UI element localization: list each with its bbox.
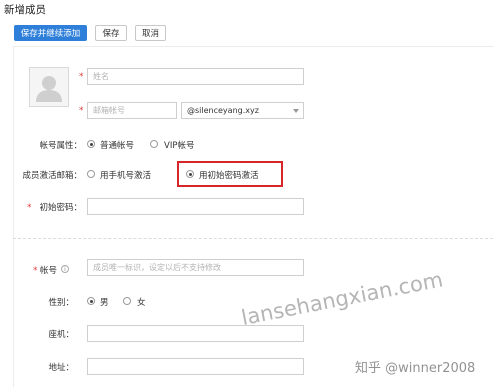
- save-button[interactable]: 保存: [95, 25, 127, 41]
- save-and-continue-button[interactable]: 保存并继续添加: [14, 25, 87, 41]
- radio-phone-activation[interactable]: [87, 170, 95, 178]
- address-label: 地址：: [48, 363, 74, 373]
- required-mark: *: [79, 106, 84, 116]
- radio-female[interactable]: [123, 297, 131, 305]
- email-account-input[interactable]: 邮箱帐号: [87, 102, 177, 119]
- account-id-input[interactable]: 成员唯一标识，设定以后不支持修改: [87, 259, 304, 276]
- radio-male-label[interactable]: 男: [100, 296, 109, 308]
- avatar-upload[interactable]: [29, 67, 69, 107]
- account-id-label: 帐号: [40, 266, 58, 276]
- activation-label: 成员激活邮箱：: [22, 171, 82, 181]
- name-input[interactable]: 姓名: [87, 68, 304, 85]
- initial-password-label: 初始密码：: [39, 203, 82, 213]
- radio-password-activation[interactable]: [186, 170, 194, 178]
- radio-male[interactable]: [87, 297, 95, 305]
- gender-label: 性别：: [48, 298, 74, 308]
- cancel-button[interactable]: 取消: [135, 25, 166, 41]
- phone-label: 座机：: [48, 330, 74, 340]
- user-silhouette-icon: [36, 76, 62, 102]
- author-watermark: 知乎 @winner2008: [355, 361, 476, 376]
- required-mark: *: [33, 266, 38, 276]
- info-icon[interactable]: i: [61, 265, 69, 273]
- email-domain-select[interactable]: @silenceyang.xyz: [181, 102, 304, 119]
- radio-phone-activation-label[interactable]: 用手机号激活: [100, 169, 151, 181]
- phone-input[interactable]: [87, 325, 304, 342]
- radio-vip-account[interactable]: [150, 140, 158, 148]
- initial-password-input[interactable]: [87, 198, 304, 215]
- required-mark: *: [27, 203, 32, 213]
- account-type-label: 帐号属性：: [39, 141, 82, 151]
- radio-normal-account[interactable]: [87, 140, 95, 148]
- email-domain-value: @silenceyang.xyz: [187, 106, 259, 115]
- chevron-down-icon: [293, 109, 299, 113]
- radio-vip-account-label[interactable]: VIP帐号: [164, 139, 194, 151]
- radio-normal-account-label[interactable]: 普通帐号: [100, 139, 134, 151]
- page-title: 新增成员: [4, 4, 46, 16]
- radio-password-activation-label[interactable]: 用初始密码激活: [199, 169, 259, 181]
- required-mark: *: [79, 72, 84, 82]
- address-input[interactable]: [87, 358, 304, 375]
- section-divider: [13, 238, 493, 239]
- radio-female-label[interactable]: 女: [137, 296, 146, 308]
